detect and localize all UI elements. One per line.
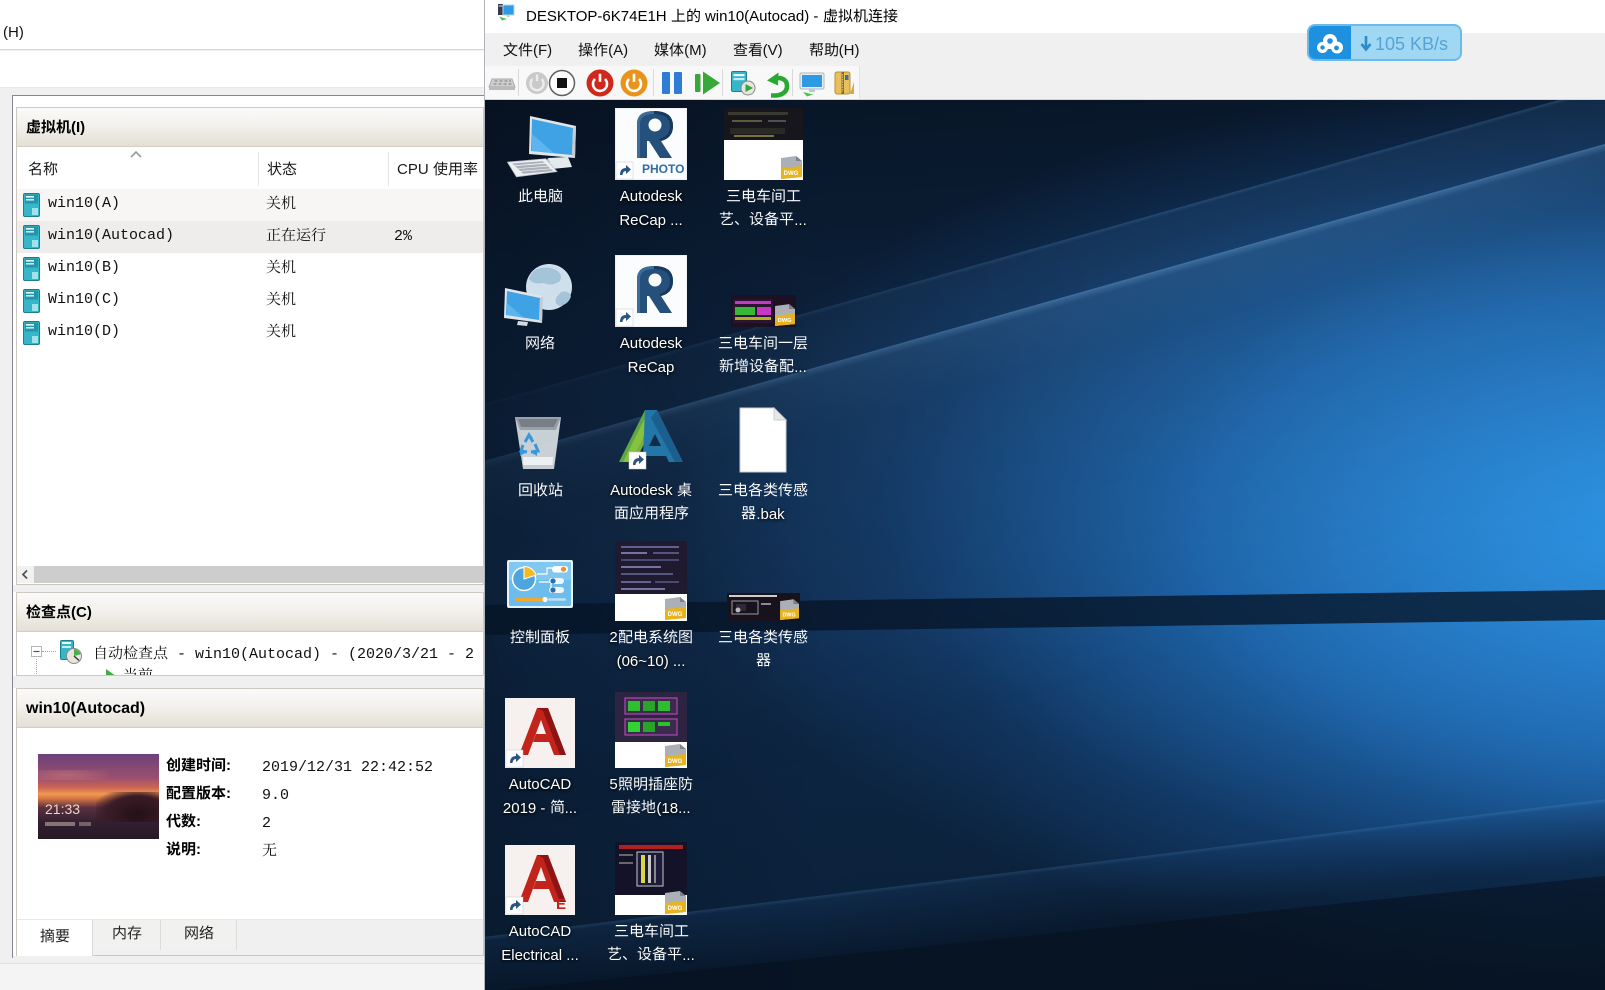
svg-text:DWG: DWG	[668, 612, 683, 618]
svg-text:PHOTO: PHOTO	[642, 162, 684, 176]
svg-text:DWG: DWG	[668, 906, 683, 912]
svg-text:DWG: DWG	[784, 171, 799, 177]
svg-text:DWG: DWG	[778, 318, 792, 324]
svg-text:DWG: DWG	[668, 759, 683, 765]
svg-text:DWG: DWG	[783, 612, 796, 618]
svg-text:E: E	[556, 896, 566, 913]
